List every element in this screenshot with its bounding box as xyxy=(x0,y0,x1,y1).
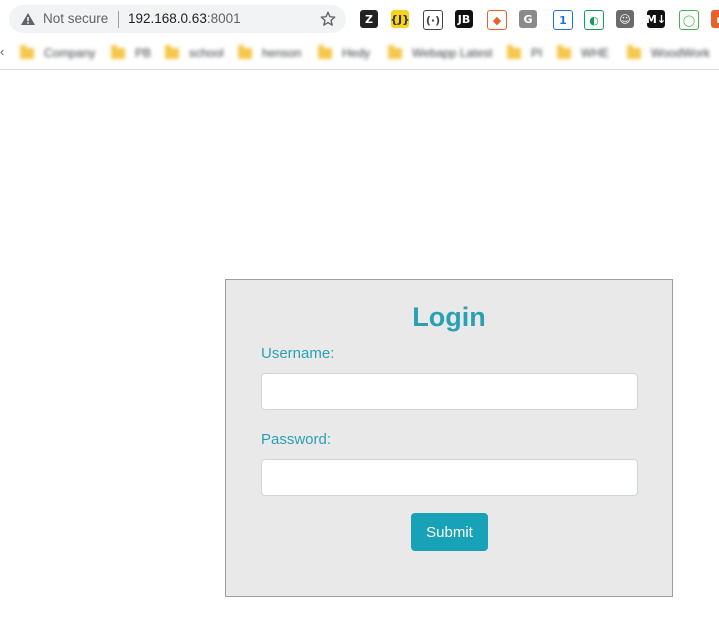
security-label[interactable]: Not secure xyxy=(43,11,108,26)
folder-icon xyxy=(507,44,521,59)
password-input[interactable] xyxy=(261,459,638,496)
json-viewer-extension-icon[interactable]: {J} xyxy=(390,10,410,28)
password-label: Password: xyxy=(261,431,332,448)
username-label: Username: xyxy=(261,345,335,362)
submit-button[interactable]: Submit xyxy=(411,513,488,551)
folder-icon xyxy=(165,44,179,59)
g-extension-icon[interactable]: G xyxy=(519,10,537,28)
url-text[interactable]: 192.168.0.63:8001 xyxy=(128,11,241,26)
bookmark-label: Webapp Latest xyxy=(412,46,493,60)
zotero-extension-icon[interactable]: Z xyxy=(360,10,378,28)
bookmark-item[interactable]: PB xyxy=(111,43,151,63)
folder-icon xyxy=(388,44,402,59)
address-separator xyxy=(118,11,119,28)
bookmark-label: PB xyxy=(135,46,152,60)
edge-extension-icon[interactable]: ◐ xyxy=(584,10,604,30)
bookmarks-bar: ‹ Company PB school henson Hedy Webapp Latest… xyxy=(0,38,719,70)
bookmark-item[interactable]: WoodWork xyxy=(627,43,710,63)
code-extension-icon[interactable]: (·) xyxy=(423,10,443,30)
login-title: Login xyxy=(412,302,486,332)
bookmark-label: Hedy xyxy=(342,46,371,60)
diagram-extension-icon[interactable]: 1 xyxy=(553,10,573,30)
folder-icon xyxy=(111,44,125,59)
folder-icon xyxy=(318,44,332,59)
bookmark-item[interactable]: Webapp Latest xyxy=(388,43,493,63)
folder-icon xyxy=(238,44,252,59)
browser-toolbar: Not secure 192.168.0.63:8001 Z {J} (·) JB ◆ G… xyxy=(0,0,719,38)
ghost-extension-icon[interactable]: ☺ xyxy=(616,10,634,28)
bookmark-star-icon[interactable] xyxy=(319,10,337,28)
bookmark-item[interactable]: henson xyxy=(238,43,301,63)
bookmark-label: school xyxy=(189,46,224,60)
git-extension-icon[interactable]: ◆ xyxy=(487,10,507,30)
markdown-extension-icon[interactable]: M↓ xyxy=(646,10,666,28)
bookmark-item[interactable]: WHE xyxy=(557,43,609,63)
bookmark-item[interactable]: Hedy xyxy=(318,43,370,63)
jetbrains-extension-icon[interactable]: JB xyxy=(455,10,473,28)
warning-icon[interactable] xyxy=(20,12,36,26)
url-host: 192.168.0.63 xyxy=(128,11,207,26)
bookmark-item[interactable]: PI xyxy=(507,43,542,63)
apple-extension-icon[interactable]: ◯ xyxy=(679,10,699,30)
bookmark-item[interactable]: Company xyxy=(20,43,95,63)
bookmark-label: Company xyxy=(44,46,96,60)
partial-extension-icon[interactable]: ▪ xyxy=(711,10,719,28)
bookmark-label: WHE xyxy=(581,46,609,60)
bookmark-item[interactable]: school xyxy=(165,43,224,63)
folder-icon xyxy=(557,44,571,59)
folder-icon xyxy=(20,44,34,59)
bookmarks-scroll-icon[interactable]: ‹ xyxy=(0,44,4,59)
url-port: :8001 xyxy=(206,11,241,26)
bookmark-label: WoodWork xyxy=(651,46,710,60)
bookmark-label: PI xyxy=(531,46,543,60)
login-panel: Login Username: Password: Submit xyxy=(225,279,673,597)
address-bar[interactable]: Not secure 192.168.0.63:8001 xyxy=(9,5,346,33)
folder-icon xyxy=(627,44,641,59)
username-input[interactable] xyxy=(261,373,638,410)
bookmark-label: henson xyxy=(262,46,302,60)
